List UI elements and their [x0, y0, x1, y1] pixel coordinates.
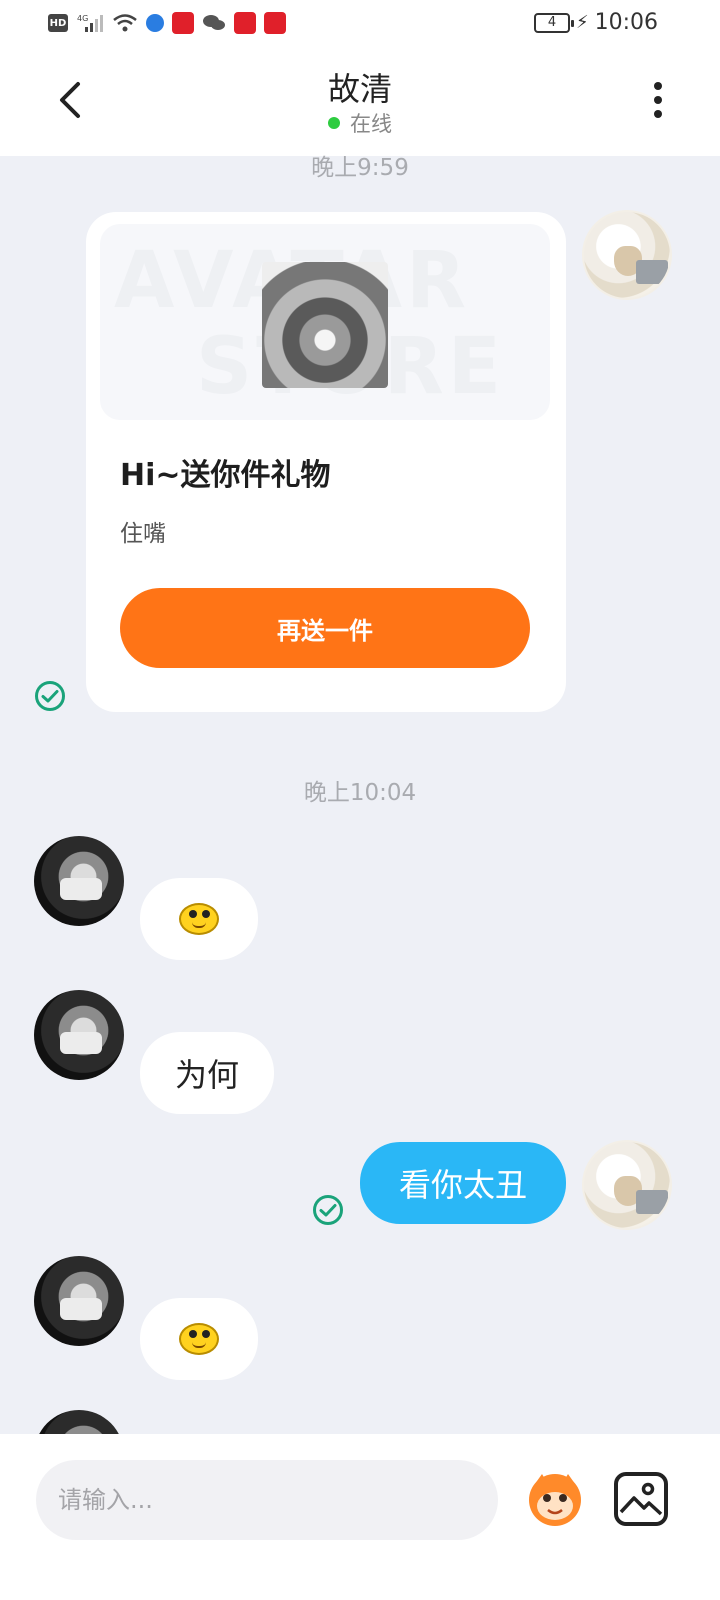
message-bubble[interactable]	[140, 878, 258, 960]
my-avatar[interactable]	[582, 1140, 672, 1230]
resend-gift-button[interactable]: 再送一件	[120, 588, 530, 668]
message-text: 为何	[174, 1056, 239, 1094]
my-message-bubble[interactable]: 看你太丑	[360, 1142, 566, 1224]
battery-icon: 4	[533, 12, 574, 33]
gift-subtitle: 住嘴	[120, 521, 166, 547]
status-icons-left: HD 4G	[48, 12, 286, 34]
timestamp: 晚上9:59	[311, 155, 409, 181]
sticker-face-icon[interactable]	[522, 1464, 588, 1530]
gift-image: AVATAR STORE	[100, 224, 550, 420]
emoji-face-icon	[177, 901, 221, 937]
input-bar	[0, 1434, 720, 1600]
online-status-label: 在线	[350, 112, 392, 136]
clock: 10:06	[594, 10, 658, 35]
contact-name: 故清	[327, 70, 392, 108]
cellular-signal-icon: 4G	[76, 12, 104, 34]
my-avatar[interactable]	[582, 210, 672, 300]
message-input[interactable]	[36, 1460, 498, 1540]
online-status: 在线	[0, 108, 720, 138]
wechat-icon	[202, 12, 226, 34]
message-text: 看你太丑	[398, 1166, 527, 1204]
more-vertical-icon[interactable]	[640, 76, 676, 124]
gift-card-message[interactable]: AVATAR STORE Hi~送你件礼物 住嘴 再送一件	[86, 212, 566, 712]
status-bar: HD 4G 4 ⚡ 10:06	[0, 0, 720, 50]
heart-app-icon-2	[264, 12, 286, 34]
status-icons-right: 4 ⚡ 10:06	[533, 10, 658, 35]
contact-avatar[interactable]	[34, 990, 124, 1080]
browser-app-icon	[146, 14, 164, 32]
hd-indicator: HD	[48, 14, 68, 32]
gift-picture	[262, 262, 388, 388]
gift-title: Hi~送你件礼物	[120, 458, 331, 493]
message-bubble[interactable]: 为何	[140, 1032, 274, 1114]
check-circle-icon	[35, 681, 65, 711]
heart-app-icon	[234, 12, 256, 34]
timestamp: 晚上10:04	[303, 780, 417, 806]
charging-icon: ⚡	[575, 12, 589, 33]
emoji-face-icon	[177, 1321, 221, 1357]
svg-text:4G: 4G	[77, 14, 88, 23]
contact-avatar[interactable]	[34, 836, 124, 926]
video-app-icon	[172, 12, 194, 34]
image-gallery-icon[interactable]	[614, 1472, 668, 1526]
contact-avatar[interactable]	[34, 1256, 124, 1346]
online-dot-icon	[328, 117, 340, 129]
check-circle-icon	[313, 1195, 343, 1225]
chat-header: 故清 在线	[0, 50, 720, 156]
wifi-icon	[112, 12, 138, 34]
message-bubble[interactable]	[140, 1298, 258, 1380]
